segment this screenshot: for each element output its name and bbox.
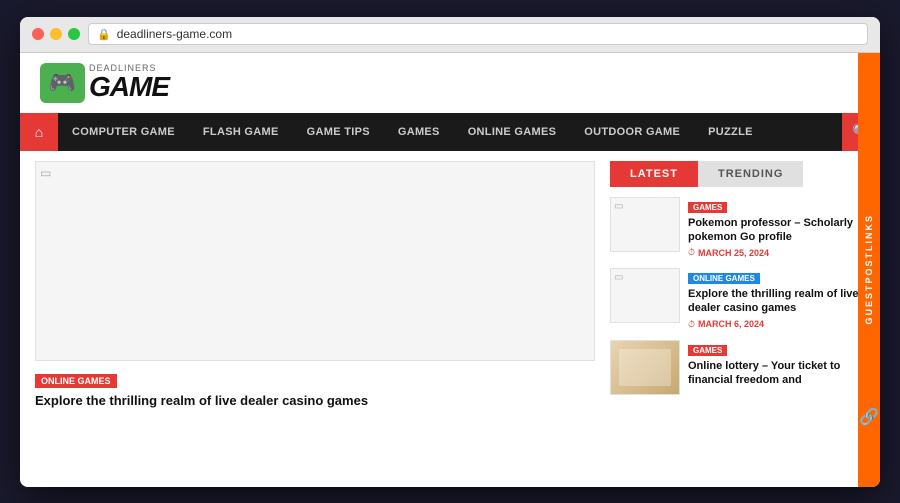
sidebar-article-3-content: GAMES Online lottery – Your ticket to fi… [688, 340, 865, 391]
broken-image-icon: ▭ [40, 166, 51, 180]
nav-item-online-games[interactable]: ONLINE GAMES [454, 113, 571, 151]
broken-image-icon-2: ▭ [614, 272, 623, 283]
title-bar: 🔒 deadliners-game.com [20, 17, 880, 53]
clock-icon-1: ⏱ [688, 247, 695, 258]
nav-bar: ⌂ COMPUTER GAME FLASH GAME GAME TIPS GAM… [20, 113, 880, 151]
clock-icon-2: ⏱ [688, 319, 695, 330]
traffic-light-maximize[interactable] [68, 28, 80, 40]
nav-item-computer-game[interactable]: COMPUTER GAME [58, 113, 189, 151]
sidebar-article-1-tag: GAMES [688, 202, 727, 213]
bottom-article-tag: ONLINE GAMES [35, 374, 117, 388]
sidebar-article-2-content: ONLINE GAMES Explore the thrilling realm… [688, 268, 865, 330]
broken-image-icon-1: ▭ [614, 201, 623, 212]
side-banner: GUESTPOSTLINKS 🔗 [858, 53, 880, 487]
sidebar-article-2-date: ⏱ MARCH 6, 2024 [688, 319, 865, 330]
sidebar-article-2-tag: ONLINE GAMES [688, 273, 760, 284]
tab-latest[interactable]: LATEST [610, 161, 698, 187]
sidebar-article-2: ▭ ONLINE GAMES Explore the thrilling rea… [610, 268, 865, 330]
sidebar-article-3-tag: GAMES [688, 345, 727, 356]
hero-image: ▭ [35, 161, 595, 361]
sidebar-article-2-image: ▭ [610, 268, 680, 323]
traffic-light-close[interactable] [32, 28, 44, 40]
site-header: 🎮 DEADLINERS GAME [20, 53, 880, 113]
nav-item-games[interactable]: GAMES [384, 113, 454, 151]
nav-item-puzzle[interactable]: PUZZLE [694, 113, 767, 151]
nav-home-button[interactable]: ⌂ [20, 113, 58, 151]
sidebar-article-1-title[interactable]: Pokemon professor – Scholarly pokemon Go… [688, 216, 865, 245]
sidebar-article-3-title[interactable]: Online lottery – Your ticket to financia… [688, 359, 865, 388]
url-text: deadliners-game.com [117, 27, 232, 41]
address-bar[interactable]: 🔒 deadliners-game.com [88, 23, 868, 45]
content-left: ▭ ONLINE GAMES Explore the thrilling rea… [20, 151, 610, 487]
side-banner-link-icon: 🔗 [859, 407, 879, 427]
browser-window: 🔒 deadliners-game.com 🎮 DEADLINERS GAME … [20, 17, 880, 487]
sidebar-article-1-content: GAMES Pokemon professor – Scholarly poke… [688, 197, 865, 259]
sidebar-article-3: GAMES Online lottery – Your ticket to fi… [610, 340, 865, 395]
sidebar: LATEST TRENDING ▭ GAMES Pokemon professo… [610, 151, 880, 487]
logo-icon: 🎮 [40, 63, 85, 103]
logo-game: GAME [89, 73, 169, 101]
tab-trending[interactable]: TRENDING [698, 161, 803, 187]
nav-items: COMPUTER GAME FLASH GAME GAME TIPS GAMES… [58, 113, 842, 151]
sidebar-article-1: ▭ GAMES Pokemon professor – Scholarly po… [610, 197, 865, 259]
gamepad-icon: 🎮 [49, 70, 76, 96]
logo-text: DEADLINERS GAME [89, 64, 169, 101]
home-icon: ⌂ [35, 124, 43, 140]
sidebar-article-3-image [610, 340, 680, 395]
traffic-lights [32, 28, 80, 40]
side-banner-text: GUESTPOSTLINKS [864, 214, 874, 325]
nav-item-game-tips[interactable]: GAME TIPS [293, 113, 384, 151]
sidebar-article-1-date: ⏱ MARCH 25, 2024 [688, 247, 865, 258]
lock-icon: 🔒 [97, 28, 111, 41]
traffic-light-minimize[interactable] [50, 28, 62, 40]
main-content: ▭ ONLINE GAMES Explore the thrilling rea… [20, 151, 880, 487]
bottom-article-title: Explore the thrilling realm of live deal… [35, 393, 595, 410]
sidebar-tabs: LATEST TRENDING [610, 161, 865, 187]
sidebar-article-2-title[interactable]: Explore the thrilling realm of live deal… [688, 287, 865, 316]
website-content: 🎮 DEADLINERS GAME ⌂ COMPUTER GAME FLASH … [20, 53, 880, 487]
sidebar-articles: ▭ GAMES Pokemon professor – Scholarly po… [610, 197, 865, 395]
nav-item-outdoor-game[interactable]: OUTDOOR GAME [570, 113, 694, 151]
sidebar-article-1-image: ▭ [610, 197, 680, 252]
site-logo: 🎮 DEADLINERS GAME [40, 63, 169, 103]
nav-item-flash-game[interactable]: FLASH GAME [189, 113, 293, 151]
bottom-article: ONLINE GAMES Explore the thrilling realm… [35, 371, 595, 410]
